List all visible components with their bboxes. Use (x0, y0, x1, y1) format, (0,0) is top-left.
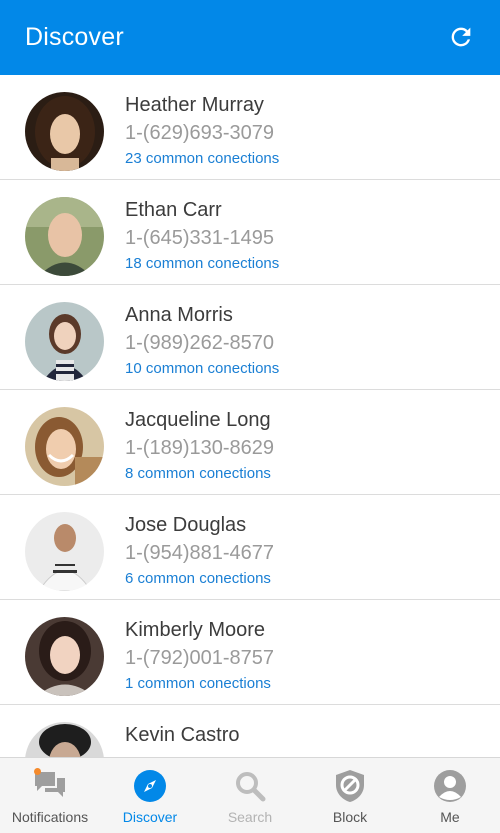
contact-phone: 1-(954)881-4677 (125, 542, 274, 564)
contact-phone: 1-(189)130-8629 (125, 437, 274, 459)
block-shield-icon (336, 770, 364, 802)
avatar (25, 512, 104, 591)
common-connections-link[interactable]: 18 common conections (125, 255, 279, 272)
contact-phone: 1-(792)001-8757 (125, 647, 274, 669)
contact-row[interactable]: Heather Murray 1-(629)693-3079 23 common… (0, 75, 500, 180)
contact-list: Heather Murray 1-(629)693-3079 23 common… (0, 75, 500, 757)
contact-row[interactable]: Jacqueline Long 1-(189)130-8629 8 common… (0, 390, 500, 495)
avatar (25, 302, 104, 381)
contact-name: Jose Douglas (125, 514, 247, 536)
contact-row[interactable]: Kimberly Moore 1-(792)001-8757 1 common … (0, 600, 500, 705)
page-title: Discover (25, 23, 124, 51)
contact-phone: 1-(989)262-8570 (125, 332, 274, 354)
avatar (25, 197, 104, 276)
common-connections-link[interactable]: 10 common conections (125, 360, 279, 377)
contact-name: Kimberly Moore (125, 619, 266, 641)
avatar (25, 407, 104, 486)
contact-name: Ethan Carr (125, 199, 222, 221)
contact-phone: 1-(629)693-3079 (125, 122, 274, 144)
avatar (25, 92, 104, 171)
tab-label: Me (440, 809, 460, 825)
tab-notifications[interactable]: Notifications (0, 758, 100, 833)
tab-me[interactable]: Me (400, 758, 500, 833)
common-connections-link[interactable]: 8 common conections (125, 465, 271, 482)
contact-name: Jacqueline Long (125, 409, 271, 431)
contact-row[interactable]: Jose Douglas 1-(954)881-4677 6 common co… (0, 495, 500, 600)
tab-label: Search (227, 809, 273, 825)
contact-row[interactable]: Anna Morris 1-(989)262-8570 10 common co… (0, 285, 500, 390)
common-connections-link[interactable]: 1 common conections (125, 675, 271, 692)
refresh-button[interactable] (446, 22, 476, 52)
tab-discover[interactable]: Discover (100, 758, 200, 833)
tab-label: Block (332, 809, 368, 825)
contact-name: Heather Murray (125, 94, 264, 116)
notification-badge (34, 768, 41, 775)
refresh-icon (451, 27, 471, 47)
contact-name: Kevin Castro (125, 724, 240, 746)
app-bar: Discover (0, 0, 500, 75)
person-icon (434, 770, 466, 802)
bottom-tab-bar: Notifications Discover Search Block Me (0, 757, 500, 833)
contact-name: Anna Morris (125, 304, 233, 326)
tab-search[interactable]: Search (200, 758, 300, 833)
compass-icon (134, 770, 166, 802)
avatar (25, 722, 104, 757)
avatar (25, 617, 104, 696)
tab-block[interactable]: Block (300, 758, 400, 833)
tab-label: Discover (122, 809, 178, 825)
tab-label: Notifications (11, 809, 89, 825)
contact-row[interactable]: Ethan Carr 1-(645)331-1495 18 common con… (0, 180, 500, 285)
contact-row[interactable]: Kevin Castro (0, 705, 500, 757)
common-connections-link[interactable]: 23 common conections (125, 150, 279, 167)
contact-phone: 1-(645)331-1495 (125, 227, 274, 249)
common-connections-link[interactable]: 6 common conections (125, 570, 271, 587)
search-icon (236, 772, 266, 802)
